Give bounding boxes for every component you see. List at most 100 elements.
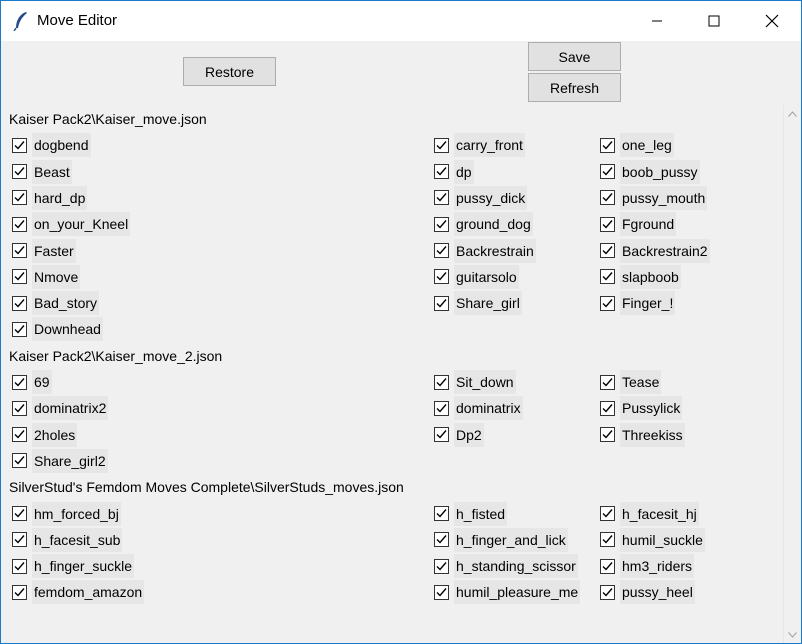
- checkbox-checkmark-icon[interactable]: [12, 558, 27, 574]
- checkbox-checkmark-icon[interactable]: [434, 374, 449, 390]
- move-checkbox[interactable]: Faster: [2, 238, 76, 263]
- checkbox-checkmark-icon[interactable]: [12, 532, 27, 548]
- move-checkbox[interactable]: 69: [2, 370, 52, 394]
- checkbox-checkmark-icon[interactable]: [12, 137, 27, 153]
- checkbox-checkmark-icon[interactable]: [600, 190, 615, 206]
- move-checkbox[interactable]: h_facesit_hj: [590, 501, 699, 526]
- move-checkbox[interactable]: Downhead: [2, 317, 103, 342]
- vertical-scrollbar[interactable]: [783, 105, 801, 643]
- move-label: hm_forced_bj: [32, 501, 121, 526]
- checkbox-checkmark-icon[interactable]: [12, 190, 27, 206]
- move-checkbox[interactable]: h_standing_scissor: [424, 554, 578, 579]
- checkbox-checkmark-icon[interactable]: [600, 506, 615, 521]
- move-checkbox[interactable]: Share_girl: [424, 291, 522, 316]
- move-checkbox[interactable]: Backrestrain: [424, 238, 536, 263]
- move-checkbox[interactable]: h_fisted: [424, 501, 508, 526]
- checkbox-checkmark-icon[interactable]: [600, 427, 615, 443]
- move-label: h_fisted: [454, 501, 508, 526]
- move-checkbox[interactable]: humil_pleasure_me: [424, 580, 581, 605]
- checkbox-checkmark-icon[interactable]: [12, 269, 27, 285]
- checkbox-checkmark-icon[interactable]: [600, 269, 615, 285]
- checkbox-checkmark-icon[interactable]: [12, 216, 27, 232]
- checkbox-checkmark-icon[interactable]: [434, 295, 449, 311]
- checkbox-checkmark-icon[interactable]: [12, 584, 27, 600]
- checkbox-checkmark-icon[interactable]: [12, 321, 27, 337]
- move-checkbox[interactable]: h_finger_and_lick: [424, 527, 568, 552]
- checkbox-checkmark-icon[interactable]: [600, 216, 615, 232]
- checkbox-checkmark-icon[interactable]: [600, 137, 615, 153]
- checkbox-checkmark-icon[interactable]: [434, 190, 449, 206]
- move-checkbox[interactable]: Sit_down: [424, 370, 516, 394]
- checkbox-checkmark-icon[interactable]: [434, 243, 449, 258]
- move-checkbox[interactable]: dominatrix: [424, 396, 523, 421]
- move-checkbox[interactable]: Bad_story: [2, 291, 100, 316]
- move-checkbox[interactable]: femdom_amazon: [2, 580, 145, 605]
- scroll-up-button[interactable]: [784, 105, 801, 122]
- checkbox-checkmark-icon[interactable]: [12, 453, 27, 469]
- refresh-button[interactable]: Refresh: [528, 73, 621, 102]
- checkbox-checkmark-icon[interactable]: [434, 427, 449, 443]
- checkbox-checkmark-icon[interactable]: [434, 506, 449, 521]
- save-button[interactable]: Save: [528, 42, 621, 71]
- checkbox-checkmark-icon[interactable]: [434, 532, 449, 548]
- checkbox-checkmark-icon[interactable]: [600, 532, 615, 548]
- move-checkbox[interactable]: ground_dog: [424, 212, 533, 237]
- move-checkbox[interactable]: boob_pussy: [590, 159, 700, 184]
- close-button[interactable]: [743, 1, 801, 41]
- move-checkbox[interactable]: humil_suckle: [590, 527, 705, 552]
- move-checkbox[interactable]: h_facesit_sub: [2, 527, 123, 552]
- checkbox-checkmark-icon[interactable]: [12, 506, 27, 521]
- checkbox-checkmark-icon[interactable]: [12, 400, 27, 416]
- restore-button[interactable]: Restore: [183, 57, 276, 86]
- checkbox-checkmark-icon[interactable]: [600, 558, 615, 574]
- checkbox-checkmark-icon[interactable]: [434, 216, 449, 232]
- move-checkbox[interactable]: Beast: [2, 159, 72, 184]
- move-checkbox[interactable]: Pussylick: [590, 396, 683, 421]
- move-checkbox[interactable]: Threekiss: [590, 422, 685, 447]
- move-checkbox[interactable]: pussy_dick: [424, 185, 528, 210]
- move-checkbox[interactable]: 2holes: [2, 422, 78, 447]
- move-checkbox[interactable]: Finger_!: [590, 291, 676, 316]
- move-checkbox[interactable]: hm3_riders: [590, 554, 695, 579]
- move-checkbox[interactable]: Share_girl2: [2, 448, 108, 473]
- move-checkbox[interactable]: hm_forced_bj: [2, 501, 121, 526]
- checkbox-checkmark-icon[interactable]: [434, 558, 449, 574]
- checkbox-checkmark-icon[interactable]: [12, 427, 27, 443]
- move-checkbox[interactable]: pussy_mouth: [590, 185, 708, 210]
- checkbox-checkmark-icon[interactable]: [600, 374, 615, 390]
- move-checkbox[interactable]: Fground: [590, 212, 677, 237]
- move-checkbox[interactable]: carry_front: [424, 133, 525, 158]
- move-checkbox[interactable]: pussy_heel: [590, 580, 695, 605]
- checkbox-checkmark-icon[interactable]: [600, 584, 615, 600]
- checkbox-checkmark-icon[interactable]: [434, 584, 449, 600]
- checkbox-checkmark-icon[interactable]: [600, 164, 615, 180]
- checkbox-checkmark-icon[interactable]: [434, 137, 449, 153]
- move-checkbox[interactable]: dp: [424, 159, 474, 184]
- move-checkbox[interactable]: slapboob: [590, 264, 681, 289]
- minimize-button[interactable]: [628, 1, 686, 41]
- move-checkbox[interactable]: one_leg: [590, 133, 674, 158]
- move-checkbox[interactable]: dogbend: [2, 133, 91, 158]
- checkbox-checkmark-icon[interactable]: [12, 295, 27, 311]
- move-checkbox[interactable]: Nmove: [2, 264, 81, 289]
- move-checkbox[interactable]: Tease: [590, 370, 662, 394]
- checkbox-checkmark-icon[interactable]: [434, 269, 449, 285]
- scroll-down-button[interactable]: [784, 626, 801, 643]
- maximize-button[interactable]: [685, 1, 743, 41]
- checkbox-checkmark-icon[interactable]: [434, 164, 449, 180]
- move-checkbox[interactable]: hard_dp: [2, 185, 88, 210]
- checkbox-checkmark-icon[interactable]: [434, 400, 449, 416]
- move-checkbox[interactable]: h_finger_suckle: [2, 554, 135, 579]
- move-checkbox[interactable]: Dp2: [424, 422, 484, 447]
- checkbox-checkmark-icon[interactable]: [600, 243, 615, 258]
- checkbox-checkmark-icon[interactable]: [12, 243, 27, 258]
- checkbox-checkmark-icon[interactable]: [600, 295, 615, 311]
- move-checkbox[interactable]: dominatrix2: [2, 396, 109, 421]
- move-checkbox[interactable]: guitarsolo: [424, 264, 519, 289]
- checkbox-checkmark-icon[interactable]: [12, 374, 27, 390]
- checkbox-checkmark-icon[interactable]: [12, 164, 27, 180]
- move-checkbox[interactable]: Backrestrain2: [590, 238, 710, 263]
- move-label: boob_pussy: [620, 159, 700, 184]
- checkbox-checkmark-icon[interactable]: [600, 400, 615, 416]
- move-checkbox[interactable]: on_your_Kneel: [2, 212, 131, 237]
